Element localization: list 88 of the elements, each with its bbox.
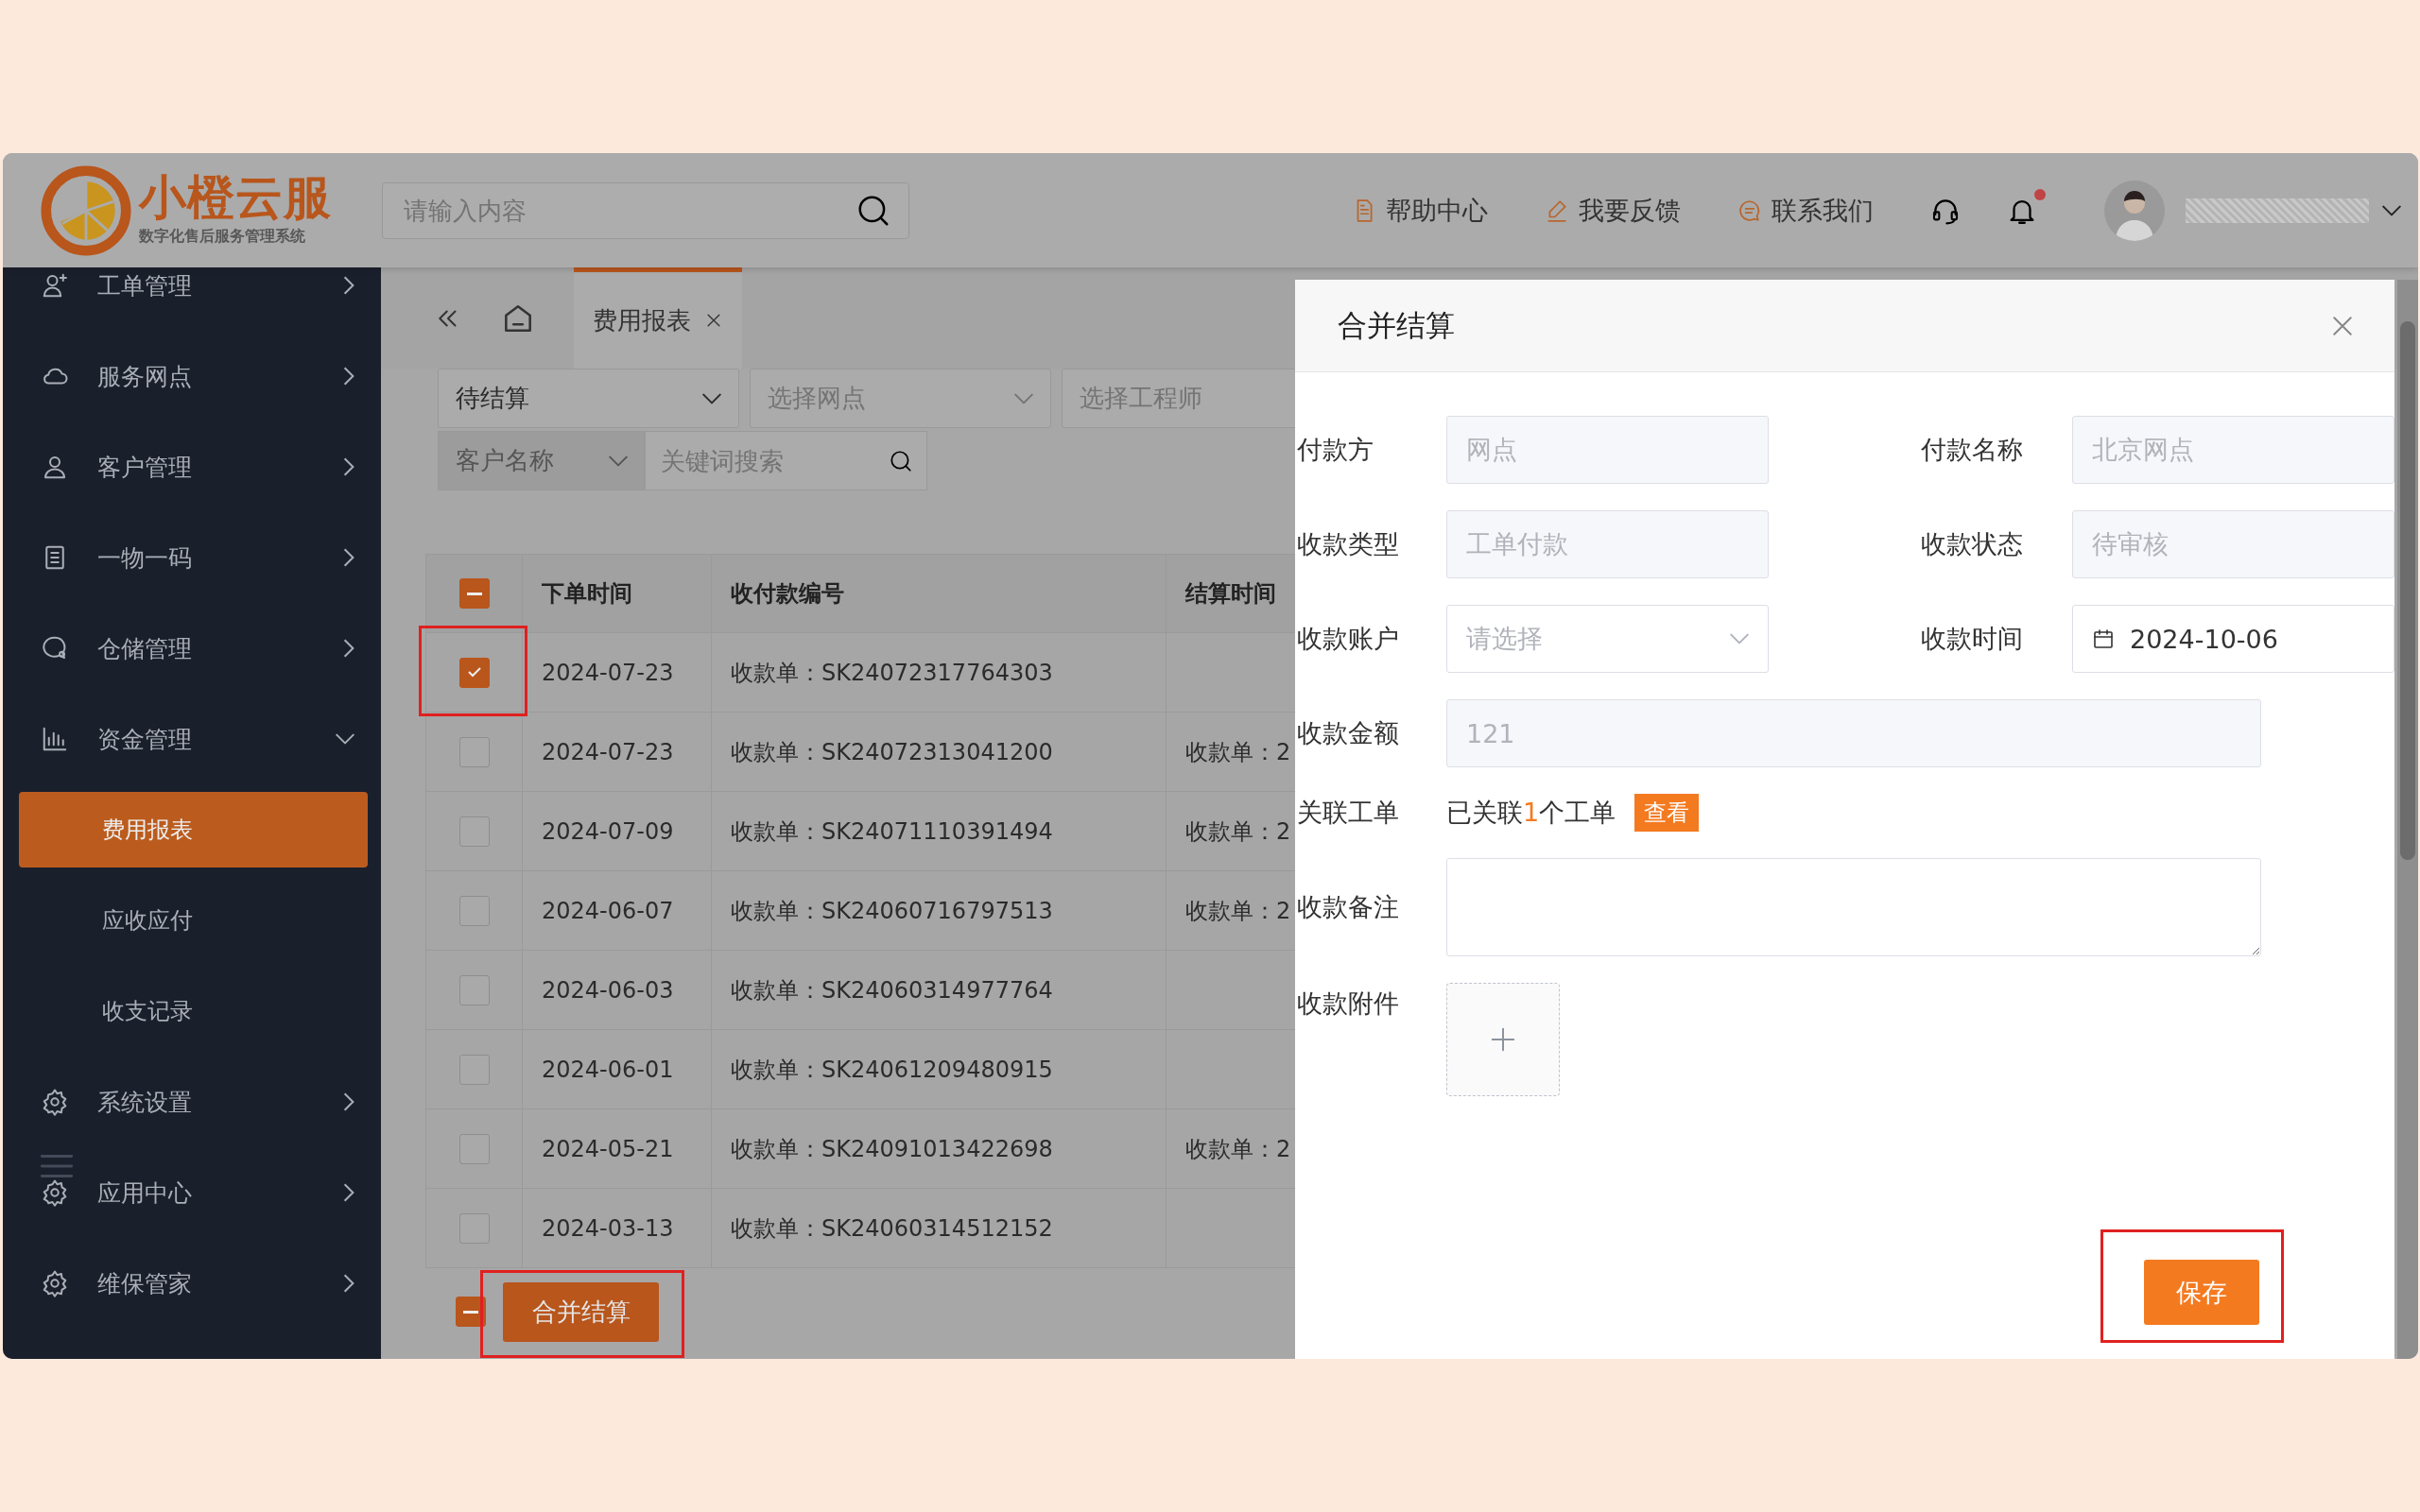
table-cell: 收款单：SK24072313041200 [711,712,1167,792]
sidebar-subitem[interactable]: 应收应付 [19,883,368,958]
header-link[interactable]: 帮助中心 [1352,193,1488,228]
sidebar-item[interactable]: 资金管理 [3,694,381,784]
field-label: 收款金额 [1297,717,1400,749]
header-link[interactable]: 我要反馈 [1545,193,1681,228]
bar-chart-icon [41,725,69,753]
table-cell: 收款单：SK24060716797513 [711,870,1167,951]
chevron-right-icon [343,367,354,386]
user-plus-icon [41,271,69,300]
column-header: 收付款编号 [711,554,1167,633]
row-checkbox[interactable] [458,816,490,847]
sidebar-item[interactable]: 客户管理 [3,421,381,512]
sidebar-item[interactable]: 一物一码 [3,512,381,603]
dialog-title: 合并结算 [1338,306,1455,344]
row-checkbox[interactable] [458,1054,490,1085]
field-label: 付款名称 [1921,434,2024,466]
sidebar-subitem[interactable]: 收支记录 [19,973,368,1049]
logo-icon [41,164,131,256]
table-cell: 2024-06-01 [522,1029,712,1109]
field-label: 收款备注 [1297,891,1400,923]
sidebar-item[interactable]: 维保管家 [3,1238,381,1329]
table-cell: 收款单：SK24060314512152 [711,1188,1167,1268]
plus-icon [1489,1025,1517,1054]
search-field[interactable]: 请输入内容 [402,195,784,226]
column-header: 下单时间 [522,554,712,633]
chevron-down-icon [702,392,721,404]
chevron-right-icon [343,1183,354,1202]
remark-field[interactable] [1446,858,2261,956]
chevron-right-icon [343,276,354,295]
chevron-down-icon [609,455,628,467]
row-checkbox[interactable] [458,1212,490,1244]
chevron-down-icon [1014,392,1033,404]
chevron-right-icon [343,457,354,476]
header-link[interactable]: 联系我们 [1737,193,1874,228]
sidebar-item[interactable]: 工单管理 [3,267,381,331]
calendar-icon [2092,627,2115,650]
tab[interactable]: 费用报表 [574,267,742,369]
table-cell: 2024-03-13 [522,1188,712,1268]
select-field[interactable]: 待结算 [438,369,739,428]
sidebar-item[interactable]: 系统设置 [3,1057,381,1147]
logo-subtitle: 数字化售后服务管理系统 [139,227,306,247]
row-checkbox[interactable] [458,657,490,688]
sidebar-subitem[interactable]: 费用报表 [19,792,368,868]
row-checkbox[interactable] [458,1133,490,1164]
chevron-right-icon [343,639,354,658]
logo-title: 小橙云服 [139,174,332,221]
minus-icon [463,1310,478,1314]
table-cell: 2024-06-03 [522,950,712,1030]
table-cell: 2024-07-23 [522,712,712,792]
field-label: 收款时间 [1921,623,2024,655]
minus-icon [466,592,482,595]
chevron-down-icon [2382,204,2401,216]
field-label: 收款状态 [1921,528,2024,560]
chevron-down-icon [336,733,354,745]
check-icon [467,667,481,678]
table-cell: 收款单：SK24072317764303 [711,632,1167,713]
table-cell: 收款单：SK24061209480915 [711,1029,1167,1109]
table-cell: 2024-06-07 [522,870,712,951]
chevron-right-icon [343,1274,354,1293]
search-icon [889,448,913,473]
date-field[interactable]: 2024-10-06 [2072,605,2394,673]
gear-icon [41,1088,69,1116]
table-cell: 2024-05-21 [522,1108,712,1189]
row-checkbox[interactable] [458,736,490,767]
row-checkbox[interactable] [458,974,490,1005]
field-label: 收款附件 [1297,988,1400,1020]
gear-icon [41,1269,69,1297]
gear-icon [41,1178,69,1207]
upload-button[interactable] [1446,983,1560,1096]
chevron-right-icon [343,548,354,567]
table-cell: 收款单：SK24091013422698 [711,1108,1167,1189]
sidebar-item[interactable]: 应用中心 [3,1147,381,1238]
chevron-right-icon [343,1092,354,1111]
sidebar-item[interactable]: 仓储管理 [3,603,381,694]
row-checkbox[interactable] [458,895,490,926]
merge-button[interactable]: 合并结算 [503,1281,659,1342]
scrollbar[interactable] [2397,280,2418,1359]
table-cell: 2024-07-09 [522,791,712,871]
field-label: 付款方 [1297,434,1374,466]
sidebar-item[interactable]: 服务网点 [3,331,381,421]
chat-icon [1737,198,1762,223]
select-all-checkbox[interactable] [458,578,490,609]
table-cell: 收款单：SK24071110391494 [711,791,1167,871]
table-cell: 收款单：SK24060314977764 [711,950,1167,1030]
chevron-down-icon [1730,633,1749,644]
field-label: 关联工单 [1297,797,1400,829]
search-box[interactable]: 请输入内容 [382,181,909,239]
